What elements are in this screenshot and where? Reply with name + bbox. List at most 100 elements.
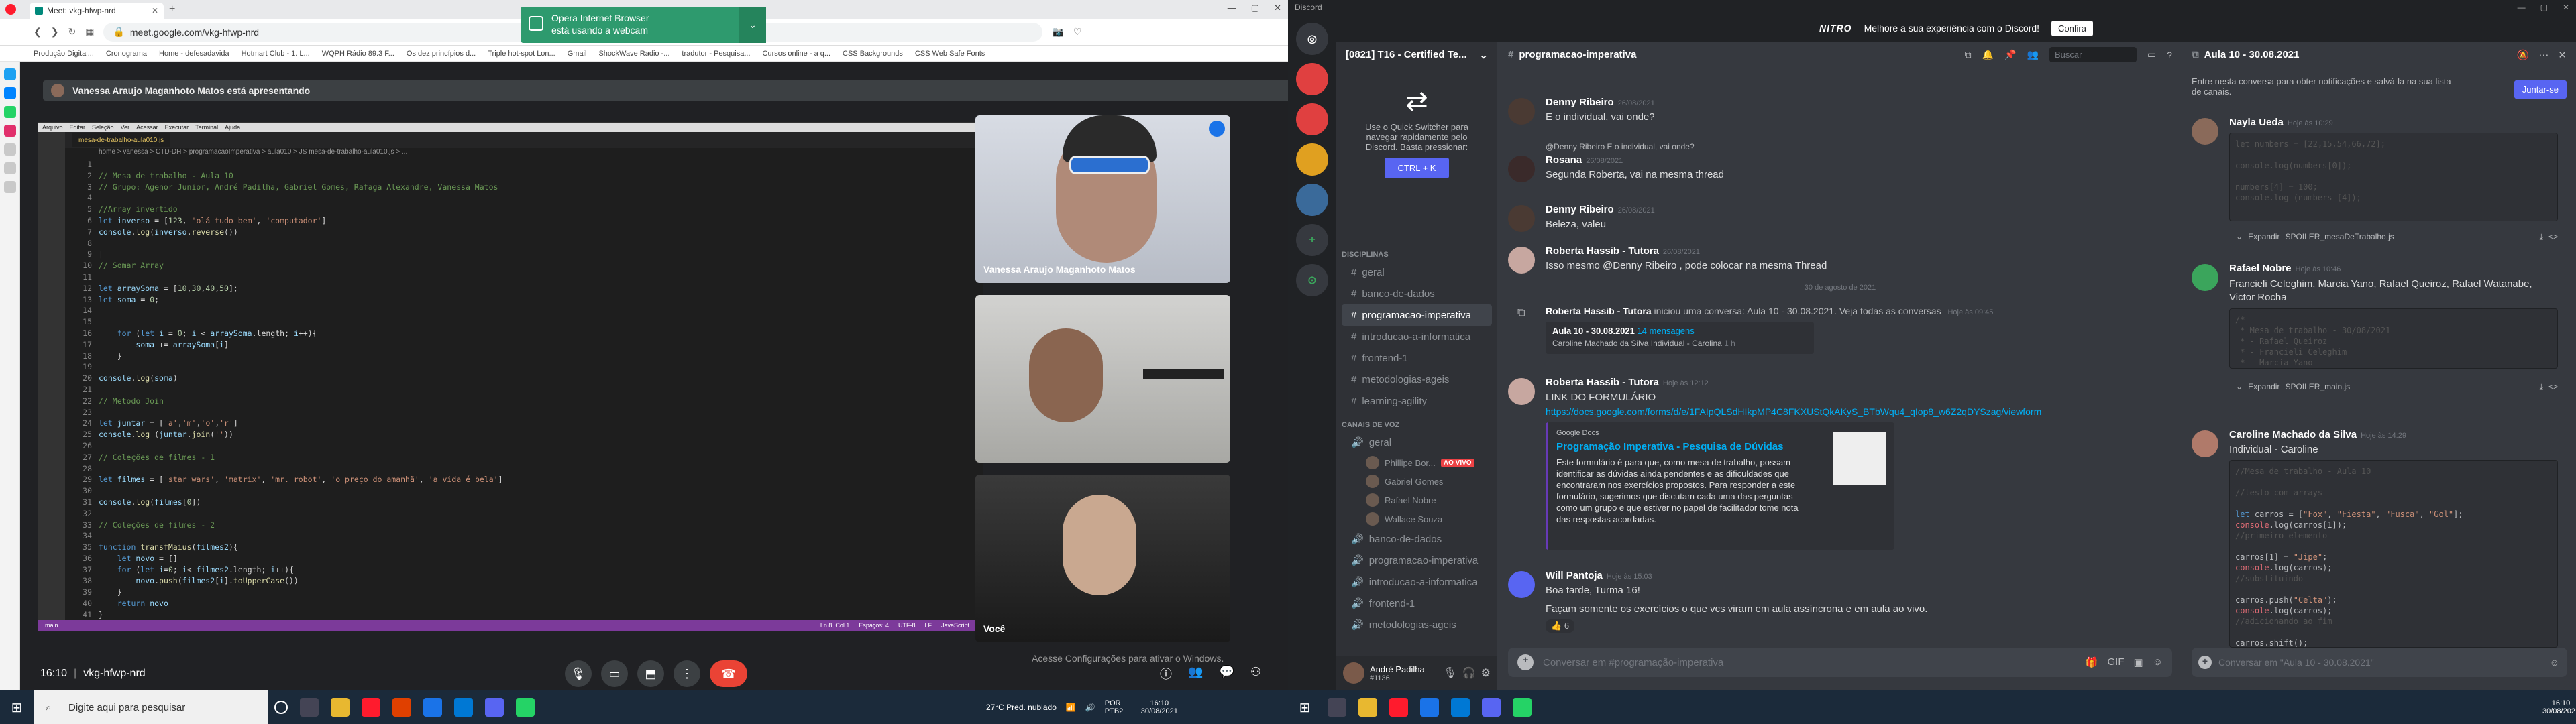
more-options-icon[interactable]: ⋮: [674, 660, 700, 687]
avatar[interactable]: [1508, 156, 1535, 182]
network-icon[interactable]: 📶: [1066, 703, 1076, 712]
bookmark-item[interactable]: tradutor - Pesquisa...: [682, 50, 750, 58]
message-author[interactable]: Roberta Hassib - Tutora 26/08/2021: [1546, 245, 1700, 257]
discord-home-icon[interactable]: ◎: [1296, 23, 1328, 55]
close-window-icon[interactable]: ✕: [1274, 3, 1281, 13]
sidebar-settings-icon[interactable]: [3, 181, 16, 193]
channel-item[interactable]: # geral: [1342, 261, 1492, 283]
form-link[interactable]: https://docs.google.com/forms/d/e/1FAIpQ…: [1546, 406, 2041, 417]
channel-item[interactable]: # learning-agility: [1342, 390, 1492, 412]
sidebar-instagram-icon[interactable]: [3, 125, 16, 137]
voice-channel-item[interactable]: 🔊 frontend-1: [1342, 593, 1492, 614]
file-explorer-icon[interactable]: [331, 698, 350, 717]
clock[interactable]: 16:10 30/08/2021: [1141, 699, 1178, 715]
chrome-icon[interactable]: [1420, 698, 1439, 717]
sidebar-messenger-icon[interactable]: [3, 87, 16, 99]
bookmark-item[interactable]: CSS Web Safe Fonts: [915, 50, 985, 58]
maximize-icon[interactable]: ▢: [1251, 3, 1259, 13]
bookmark-item[interactable]: Cronograma: [106, 50, 147, 58]
spoiler-code-block[interactable]: /* * Mesa de trabalho - 30/08/2021 * - R…: [2229, 308, 2558, 369]
activities-icon[interactable]: ⚇: [1250, 665, 1261, 682]
avatar[interactable]: [2192, 430, 2218, 457]
whatsapp-icon[interactable]: [1513, 698, 1532, 717]
close-icon[interactable]: ✕: [2558, 49, 2567, 61]
download-icon[interactable]: ⤓: [2540, 232, 2543, 242]
gift-icon[interactable]: 🎁: [2086, 656, 2098, 668]
help-icon[interactable]: ?: [2167, 50, 2172, 60]
message-author[interactable]: Caroline Machado da Silva Hoje às 14:29: [2229, 429, 2406, 440]
channel-item[interactable]: # banco-de-dados: [1342, 283, 1492, 304]
message-input[interactable]: + Conversar em #programação-imperativa 🎁…: [1508, 648, 2172, 677]
vscode-icon[interactable]: [1451, 698, 1470, 717]
file-explorer-icon[interactable]: [1358, 698, 1377, 717]
people-icon[interactable]: 👥: [1188, 665, 1203, 682]
voice-channel-geral[interactable]: 🔊 geral: [1342, 432, 1492, 453]
camera-icon[interactable]: ▭: [601, 660, 628, 687]
avatar[interactable]: [1343, 662, 1364, 684]
avatar[interactable]: [1508, 378, 1535, 405]
message-author[interactable]: Nayla Ueda Hoje às 10:29: [2229, 117, 2333, 128]
webcam-notification[interactable]: Opera Internet Browser está usando a web…: [521, 7, 766, 43]
mute-icon[interactable]: 🎙: [1443, 666, 1456, 680]
category-text-channels[interactable]: DISCIPLINAS: [1336, 241, 1497, 261]
message-author[interactable]: Rafael Nobre Hoje às 10:46: [2229, 263, 2341, 274]
avatar[interactable]: [1508, 571, 1535, 598]
vscode-icon[interactable]: [454, 698, 473, 717]
pin-icon[interactable]: 📌: [2004, 49, 2016, 60]
inbox-icon[interactable]: ▭: [2147, 49, 2156, 60]
emoji-icon[interactable]: ☺: [2153, 656, 2163, 668]
start-icon[interactable]: ⊞: [1288, 690, 1322, 724]
code-view-icon[interactable]: <>: [2548, 382, 2558, 392]
microphone-icon[interactable]: 🎙: [565, 660, 592, 687]
explore-icon[interactable]: ⊙: [1296, 264, 1328, 296]
present-icon[interactable]: ⬒: [637, 660, 664, 687]
server-icon[interactable]: [1296, 63, 1328, 95]
message-author[interactable]: Roberta Hassib - Tutora Hoje às 12:12: [1546, 377, 1709, 388]
avatar[interactable]: [2192, 118, 2218, 145]
channel-item[interactable]: # introducao-a-informatica: [1342, 326, 1492, 347]
opera-icon[interactable]: [362, 698, 380, 717]
voice-user[interactable]: Phillipe Bor... AO VIVO: [1336, 453, 1497, 472]
forward-icon[interactable]: ❯: [51, 26, 59, 38]
message-author[interactable]: Will Pantoja Hoje às 15:03: [1546, 570, 1652, 581]
sticker-icon[interactable]: ▣: [2133, 656, 2143, 668]
whatsapp-icon[interactable]: [516, 698, 535, 717]
back-icon[interactable]: ❮: [34, 26, 42, 38]
server-header[interactable]: [0821] T16 - Certified Te... ⌄: [1336, 42, 1497, 68]
spoiler-attachment[interactable]: ⌄ Expandir SPOILER_main.js ⤓ <>: [2236, 382, 2558, 392]
voice-channel-item[interactable]: 🔊 programacao-imperativa: [1342, 550, 1492, 571]
chevron-down-icon[interactable]: ⌄: [739, 7, 766, 43]
reload-icon[interactable]: ↻: [68, 26, 76, 38]
opera-icon[interactable]: [1389, 698, 1408, 717]
weather-widget[interactable]: 27°C Pred. nublado: [986, 703, 1057, 712]
add-attachment-icon[interactable]: +: [2198, 656, 2212, 669]
members-icon[interactable]: 👥: [2027, 49, 2039, 60]
bookmark-item[interactable]: Os dez princípios d...: [407, 50, 476, 58]
author-name[interactable]: Roberta Hassib - Tutora: [1546, 306, 1652, 316]
minimize-icon[interactable]: —: [2518, 3, 2526, 12]
channel-item[interactable]: # frontend-1: [1342, 347, 1492, 369]
close-tab-icon[interactable]: ✕: [152, 6, 158, 15]
voice-channel-item[interactable]: 🔊 introducao-a-informatica: [1342, 571, 1492, 593]
download-icon[interactable]: ⤓: [2540, 382, 2543, 392]
nitro-button[interactable]: Confira: [2051, 20, 2093, 36]
leave-call-button[interactable]: ☎: [710, 660, 747, 687]
user-settings-icon[interactable]: ⚙: [1481, 666, 1491, 680]
avatar[interactable]: [2192, 264, 2218, 291]
category-voice-channels[interactable]: CANAIS DE VOZ: [1336, 412, 1497, 432]
avatar[interactable]: [1508, 98, 1535, 125]
voice-channel-item[interactable]: 🔊 metodologias-ageis: [1342, 614, 1492, 636]
chat-icon[interactable]: 💬: [1219, 665, 1234, 682]
minimize-icon[interactable]: —: [1228, 3, 1236, 13]
message-author[interactable]: Denny Ribeiro 26/08/2021: [1546, 204, 1655, 215]
bookmark-item[interactable]: Gmail: [568, 50, 587, 58]
firefox-icon[interactable]: [392, 698, 411, 717]
deafen-icon[interactable]: 🎧: [1462, 666, 1476, 680]
bookmark-item[interactable]: Produção Digital...: [34, 50, 94, 58]
task-view-icon[interactable]: [300, 698, 319, 717]
speed-dial-icon[interactable]: ▦: [85, 26, 94, 38]
spoiler-code-block[interactable]: let numbers = [22,15,54,66,72]; console.…: [2229, 133, 2558, 221]
bookmark-item[interactable]: ShockWave Radio -...: [598, 50, 669, 58]
search-input[interactable]: Buscar: [2049, 47, 2137, 62]
bookmark-item[interactable]: Triple hot-spot Lon...: [488, 50, 555, 58]
